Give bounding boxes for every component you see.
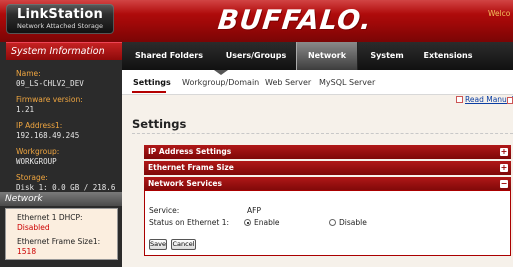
read-manual-label: Read Manual xyxy=(465,95,513,104)
system-info-list: Name: 09_LS-CHLV2_DEV Firmware version: … xyxy=(16,69,122,202)
enable-label[interactable]: Enable xyxy=(254,218,280,227)
section-network-services[interactable]: Network Services − xyxy=(144,177,511,191)
main-content: Settings Workgroup/Domain Web Server MyS… xyxy=(122,70,513,267)
save-button[interactable]: Save xyxy=(149,239,167,250)
subnav-web-server[interactable]: Web Server xyxy=(265,78,311,87)
active-tab-indicator xyxy=(132,91,166,93)
section-label: Network Services xyxy=(148,179,222,188)
info-value-firmware: 1.21 xyxy=(16,104,35,114)
network-title: Network xyxy=(0,192,122,206)
subnav-mysql-server[interactable]: MySQL Server xyxy=(319,78,375,87)
network-label-dhcp: Ethernet 1 DHCP: xyxy=(17,213,83,222)
subnav: Settings Workgroup/Domain Web Server MyS… xyxy=(122,70,513,95)
status-label: Status on Ethernet 1: xyxy=(149,218,229,227)
info-label-ip: IP Address1: xyxy=(16,121,63,130)
section-label: IP Address Settings xyxy=(148,147,232,156)
info-label-name: Name: xyxy=(16,69,41,78)
network-value-frame-size: 1518 xyxy=(17,246,37,256)
network-services-panel: Service: AFP Status on Ethernet 1: Enabl… xyxy=(144,190,511,256)
product-tagline: Network Attached Storage xyxy=(17,22,103,30)
subnav-settings[interactable]: Settings xyxy=(133,78,171,87)
nav-network[interactable]: Network xyxy=(296,42,358,70)
disable-label[interactable]: Disable xyxy=(339,218,367,227)
title-divider xyxy=(132,133,513,134)
info-value-name: 09_LS-CHLV2_DEV xyxy=(16,78,84,88)
service-label: Service: xyxy=(149,206,180,215)
header: LinkStation Network Attached Storage BUF… xyxy=(0,0,513,42)
section-ethernet-frame-size[interactable]: Ethernet Frame Size + xyxy=(144,161,511,175)
linkstation-logo: LinkStation Network Attached Storage xyxy=(6,4,114,34)
manual-icon-secondary[interactable] xyxy=(507,97,513,104)
enable-radio[interactable] xyxy=(244,219,251,226)
section-ip-address-settings[interactable]: IP Address Settings + xyxy=(144,145,511,159)
cancel-button[interactable]: Cancel xyxy=(171,239,196,250)
network-label-frame-size: Ethernet Frame Size1: xyxy=(17,237,101,246)
info-label-storage: Storage: xyxy=(16,173,48,182)
buffalo-logo: BUFFALO. xyxy=(216,5,374,36)
info-value-ip: 192.168.49.245 xyxy=(16,130,80,140)
nav-users-groups[interactable]: Users/Groups xyxy=(217,42,295,70)
expand-icon[interactable]: + xyxy=(500,164,508,172)
info-label-firmware: Firmware version: xyxy=(16,95,83,104)
disable-radio[interactable] xyxy=(329,219,336,226)
nav-extensions[interactable]: Extensions xyxy=(418,42,478,70)
page-title: Settings xyxy=(132,117,187,131)
service-value: AFP xyxy=(247,206,261,215)
product-name: LinkStation xyxy=(16,7,104,22)
network-value-dhcp: Disabled xyxy=(17,222,50,232)
section-label: Ethernet Frame Size xyxy=(148,163,234,172)
active-nav-arrow xyxy=(214,70,228,75)
info-label-workgroup: Workgroup: xyxy=(16,147,60,156)
nav-shared-folders[interactable]: Shared Folders xyxy=(130,42,208,70)
welcome-text: Welco xyxy=(488,9,511,18)
collapse-icon[interactable]: − xyxy=(500,180,508,188)
main-nav: Shared Folders Users/Groups Network Syst… xyxy=(122,42,513,70)
nav-system[interactable]: System xyxy=(364,42,410,70)
sidebar: System Information Name: 09_LS-CHLV2_DEV… xyxy=(0,42,122,267)
read-manual-link[interactable]: Read Manual xyxy=(456,95,513,104)
system-information-title: System Information xyxy=(6,42,122,60)
network-info-box: Ethernet 1 DHCP: Disabled Ethernet Frame… xyxy=(5,208,118,260)
subnav-workgroup-domain[interactable]: Workgroup/Domain xyxy=(182,78,259,87)
manual-icon xyxy=(456,96,463,103)
info-value-workgroup: WORKGROUP xyxy=(16,156,57,166)
expand-icon[interactable]: + xyxy=(500,148,508,156)
